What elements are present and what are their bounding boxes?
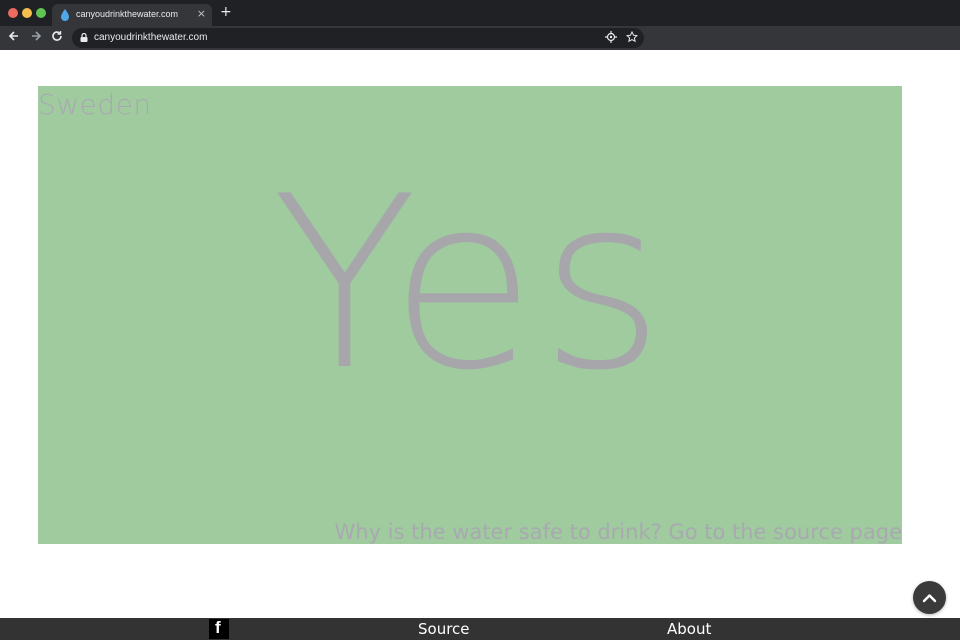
chevron-up-icon [922, 594, 937, 603]
tab-title: canyoudrinkthewater.com [76, 9, 179, 19]
maximize-window-button[interactable] [36, 8, 46, 18]
browser-toolbar: canyoudrinkthewater.com [0, 26, 960, 50]
footer-about-link[interactable]: About [667, 620, 711, 638]
browser-tab[interactable]: canyoudrinkthewater.com × [52, 4, 212, 26]
minimize-window-button[interactable] [22, 8, 32, 18]
address-bar[interactable]: canyoudrinkthewater.com [72, 28, 644, 48]
footer-source-link[interactable]: Source [418, 620, 470, 638]
facebook-icon[interactable]: f [209, 618, 229, 639]
tab-close-icon[interactable]: × [197, 7, 206, 20]
reload-icon[interactable] [49, 30, 65, 46]
verdict-text: Yes [271, 146, 669, 423]
answer-panel: Sweden Yes Why is the water safe to drin… [38, 86, 902, 544]
back-arrow-icon[interactable] [6, 30, 22, 46]
browser-tab-strip: canyoudrinkthewater.com × + [0, 0, 960, 26]
new-tab-button[interactable]: + [220, 5, 232, 19]
forward-arrow-icon[interactable] [28, 30, 44, 46]
water-drop-icon [61, 9, 69, 21]
lock-icon [80, 33, 88, 42]
url-text[interactable]: canyoudrinkthewater.com [94, 32, 207, 43]
footer-bar: f Source About [0, 618, 960, 640]
location-target-icon[interactable] [604, 31, 618, 45]
country-name: Sweden [38, 88, 152, 121]
page-content: Sweden Yes Why is the water safe to drin… [0, 50, 960, 618]
source-page-link[interactable]: Why is the water safe to drink? Go to th… [335, 520, 902, 544]
scroll-to-top-button[interactable] [913, 581, 946, 614]
close-window-button[interactable] [8, 8, 18, 18]
star-icon[interactable] [625, 30, 639, 45]
